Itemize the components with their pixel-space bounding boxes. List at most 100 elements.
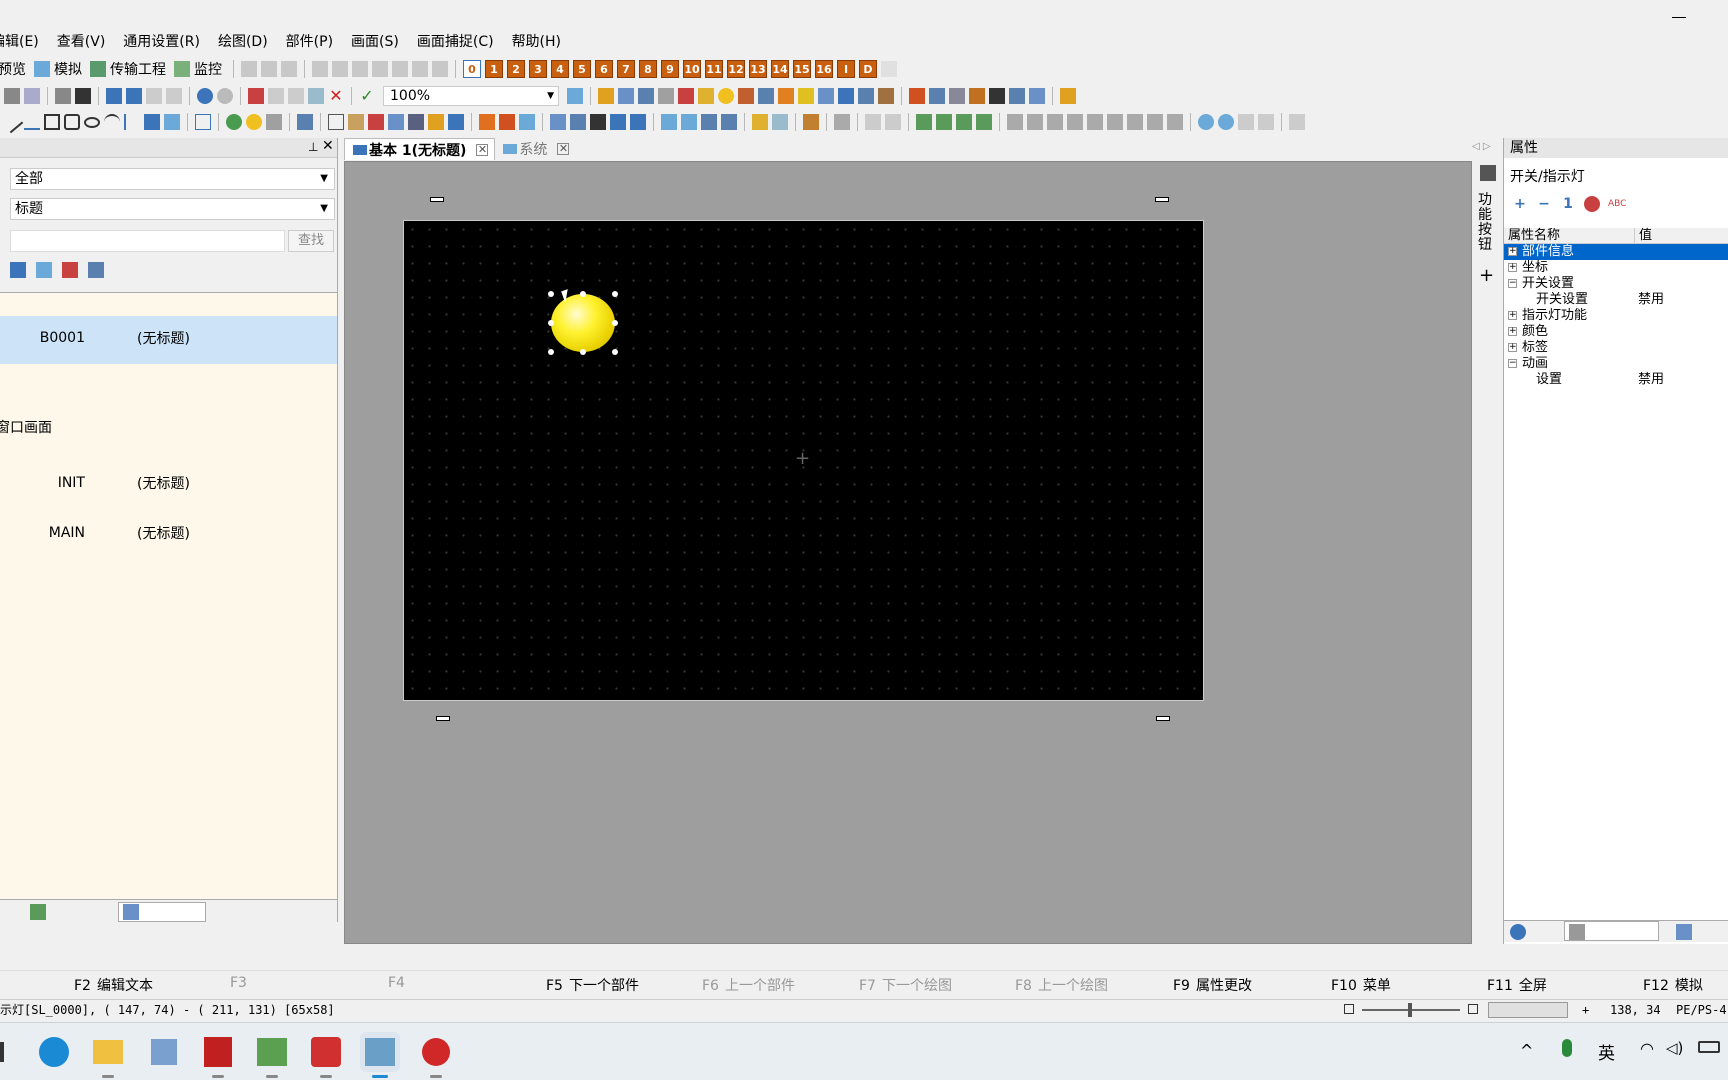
collapse-icon[interactable]: −	[1508, 279, 1517, 288]
selection-handle[interactable]	[548, 349, 554, 355]
grid-table-icon[interactable]	[328, 114, 344, 130]
monitor-view-icon[interactable]	[610, 114, 626, 130]
volume-icon[interactable]: ◁)	[1666, 1039, 1683, 1057]
collapse-all-icon[interactable]: −	[1536, 196, 1552, 212]
close-icon[interactable]: ✕	[476, 143, 489, 156]
data-display-icon[interactable]	[638, 88, 654, 104]
picture-icon[interactable]	[519, 114, 535, 130]
f5-button[interactable]: F5 下一个部件	[546, 975, 639, 995]
text-tool-icon[interactable]	[261, 61, 277, 77]
scroll-tabs-icon[interactable]: ◁ ▷	[1472, 141, 1491, 152]
logic-icon[interactable]	[929, 88, 945, 104]
text-display-icon[interactable]	[297, 114, 313, 130]
backward-icon[interactable]	[976, 114, 992, 130]
menu-draw[interactable]: 绘图(D)	[209, 28, 277, 56]
distribute-v-icon[interactable]	[1147, 114, 1163, 130]
save-icon[interactable]	[106, 88, 122, 104]
rotate-left-icon[interactable]	[1198, 114, 1214, 130]
expand-icon[interactable]: +	[1508, 247, 1517, 256]
f10-button[interactable]: F10 菜单	[1331, 975, 1391, 995]
resize-handle[interactable]	[436, 716, 450, 721]
pin-icon[interactable]	[1060, 88, 1076, 104]
file-explorer-icon[interactable]	[88, 1032, 128, 1078]
fill-icon[interactable]	[144, 114, 160, 130]
sort-filter[interactable]: 标题 ▼	[10, 198, 335, 220]
find-icon[interactable]	[24, 88, 40, 104]
resize-handle[interactable]	[1155, 197, 1169, 202]
filter-icon[interactable]	[1584, 196, 1600, 212]
lamp-part-icon[interactable]	[618, 88, 634, 104]
redo-icon[interactable]	[217, 88, 233, 104]
ime-indicator[interactable]: 英	[1598, 1039, 1615, 1064]
layer-9-button[interactable]: 9	[661, 60, 679, 78]
slider-icon[interactable]	[448, 114, 464, 130]
zoom-select[interactable]: 100% ▼	[383, 86, 559, 106]
tab-system[interactable]: 系统 ✕	[495, 138, 575, 160]
layer-13-button[interactable]: 13	[749, 60, 767, 78]
align-top-icon[interactable]	[1067, 114, 1083, 130]
same-size-icon[interactable]	[1167, 114, 1183, 130]
list-item[interactable]: INIT (无标题)	[0, 461, 337, 509]
expand-icon[interactable]: +	[1508, 343, 1517, 352]
lamp-tool-icon[interactable]	[246, 114, 262, 130]
flip-h-icon[interactable]	[1238, 114, 1254, 130]
check-icon[interactable]: ✓	[359, 88, 375, 104]
doc-icon[interactable]	[949, 88, 965, 104]
property-row[interactable]: − 开关设置	[1504, 276, 1728, 292]
f3-button[interactable]: F3	[230, 975, 253, 991]
panel-tab-1[interactable]	[28, 904, 48, 924]
special-part-icon[interactable]	[878, 88, 894, 104]
save-as-icon[interactable]	[126, 88, 142, 104]
polygon-icon[interactable]	[64, 114, 80, 130]
selection-handle[interactable]	[612, 291, 618, 297]
property-value[interactable]: 禁用	[1638, 292, 1664, 308]
indicator-lamp[interactable]	[551, 294, 615, 352]
panel-icon[interactable]	[1480, 165, 1496, 181]
close-icon[interactable]: ✕	[322, 138, 334, 154]
menu-parts[interactable]: 部件(P)	[277, 28, 342, 56]
layer-2-button[interactable]: 2	[507, 60, 525, 78]
layer-8-button[interactable]: 8	[639, 60, 657, 78]
preview-icon[interactable]	[1029, 88, 1045, 104]
property-row[interactable]: − 动画	[1504, 356, 1728, 372]
alarm-icon[interactable]	[718, 88, 734, 104]
table-icon[interactable]	[195, 114, 211, 130]
property-row[interactable]: 开关设置 禁用	[1504, 292, 1728, 308]
memo-icon[interactable]	[772, 114, 788, 130]
switch-tool-icon[interactable]	[226, 114, 242, 130]
video-icon[interactable]	[838, 88, 854, 104]
gp-pro-icon[interactable]	[360, 1032, 400, 1078]
xy-chart-icon[interactable]	[408, 114, 424, 130]
cut-icon[interactable]	[248, 88, 264, 104]
copy-icon[interactable]	[268, 88, 284, 104]
camera-icon[interactable]	[55, 88, 71, 104]
zoom-out-icon[interactable]	[1344, 1004, 1354, 1014]
selection-handle[interactable]	[548, 320, 554, 326]
tab-base-1[interactable]: 基本 1(无标题) ✕	[344, 138, 496, 160]
print-icon[interactable]	[4, 88, 20, 104]
property-row[interactable]: + 颜色	[1504, 324, 1728, 340]
graph-part-icon[interactable]	[678, 88, 694, 104]
layer-6-button[interactable]: 6	[595, 60, 613, 78]
f8-button[interactable]: F8 上一个绘图	[1015, 975, 1108, 995]
spellcheck-icon[interactable]: ABC	[1608, 196, 1626, 212]
screen-canvas[interactable]: +	[403, 220, 1204, 701]
close-icon[interactable]: ✕	[557, 143, 570, 155]
list-item[interactable]: B0001 (无标题)	[0, 316, 337, 364]
close-file-icon[interactable]	[166, 88, 182, 104]
window-icon[interactable]	[550, 114, 566, 130]
branch-icon[interactable]	[392, 61, 408, 77]
scale-icon[interactable]	[124, 114, 140, 130]
f9-button[interactable]: F9 属性更改	[1173, 975, 1252, 995]
layer-15-button[interactable]: 15	[793, 60, 811, 78]
meter-icon[interactable]	[428, 114, 444, 130]
frame-icon[interactable]	[281, 61, 297, 77]
expand-icon[interactable]: +	[1508, 263, 1517, 272]
expand-all-icon[interactable]: +	[1512, 196, 1528, 212]
picture-display-icon[interactable]	[858, 88, 874, 104]
property-row[interactable]: + 指示灯功能	[1504, 308, 1728, 324]
chevron-up-icon[interactable]: ^	[1520, 1041, 1533, 1060]
acrobat-icon[interactable]	[198, 1032, 238, 1078]
resize-handle[interactable]	[430, 197, 444, 202]
open-icon[interactable]	[146, 88, 162, 104]
